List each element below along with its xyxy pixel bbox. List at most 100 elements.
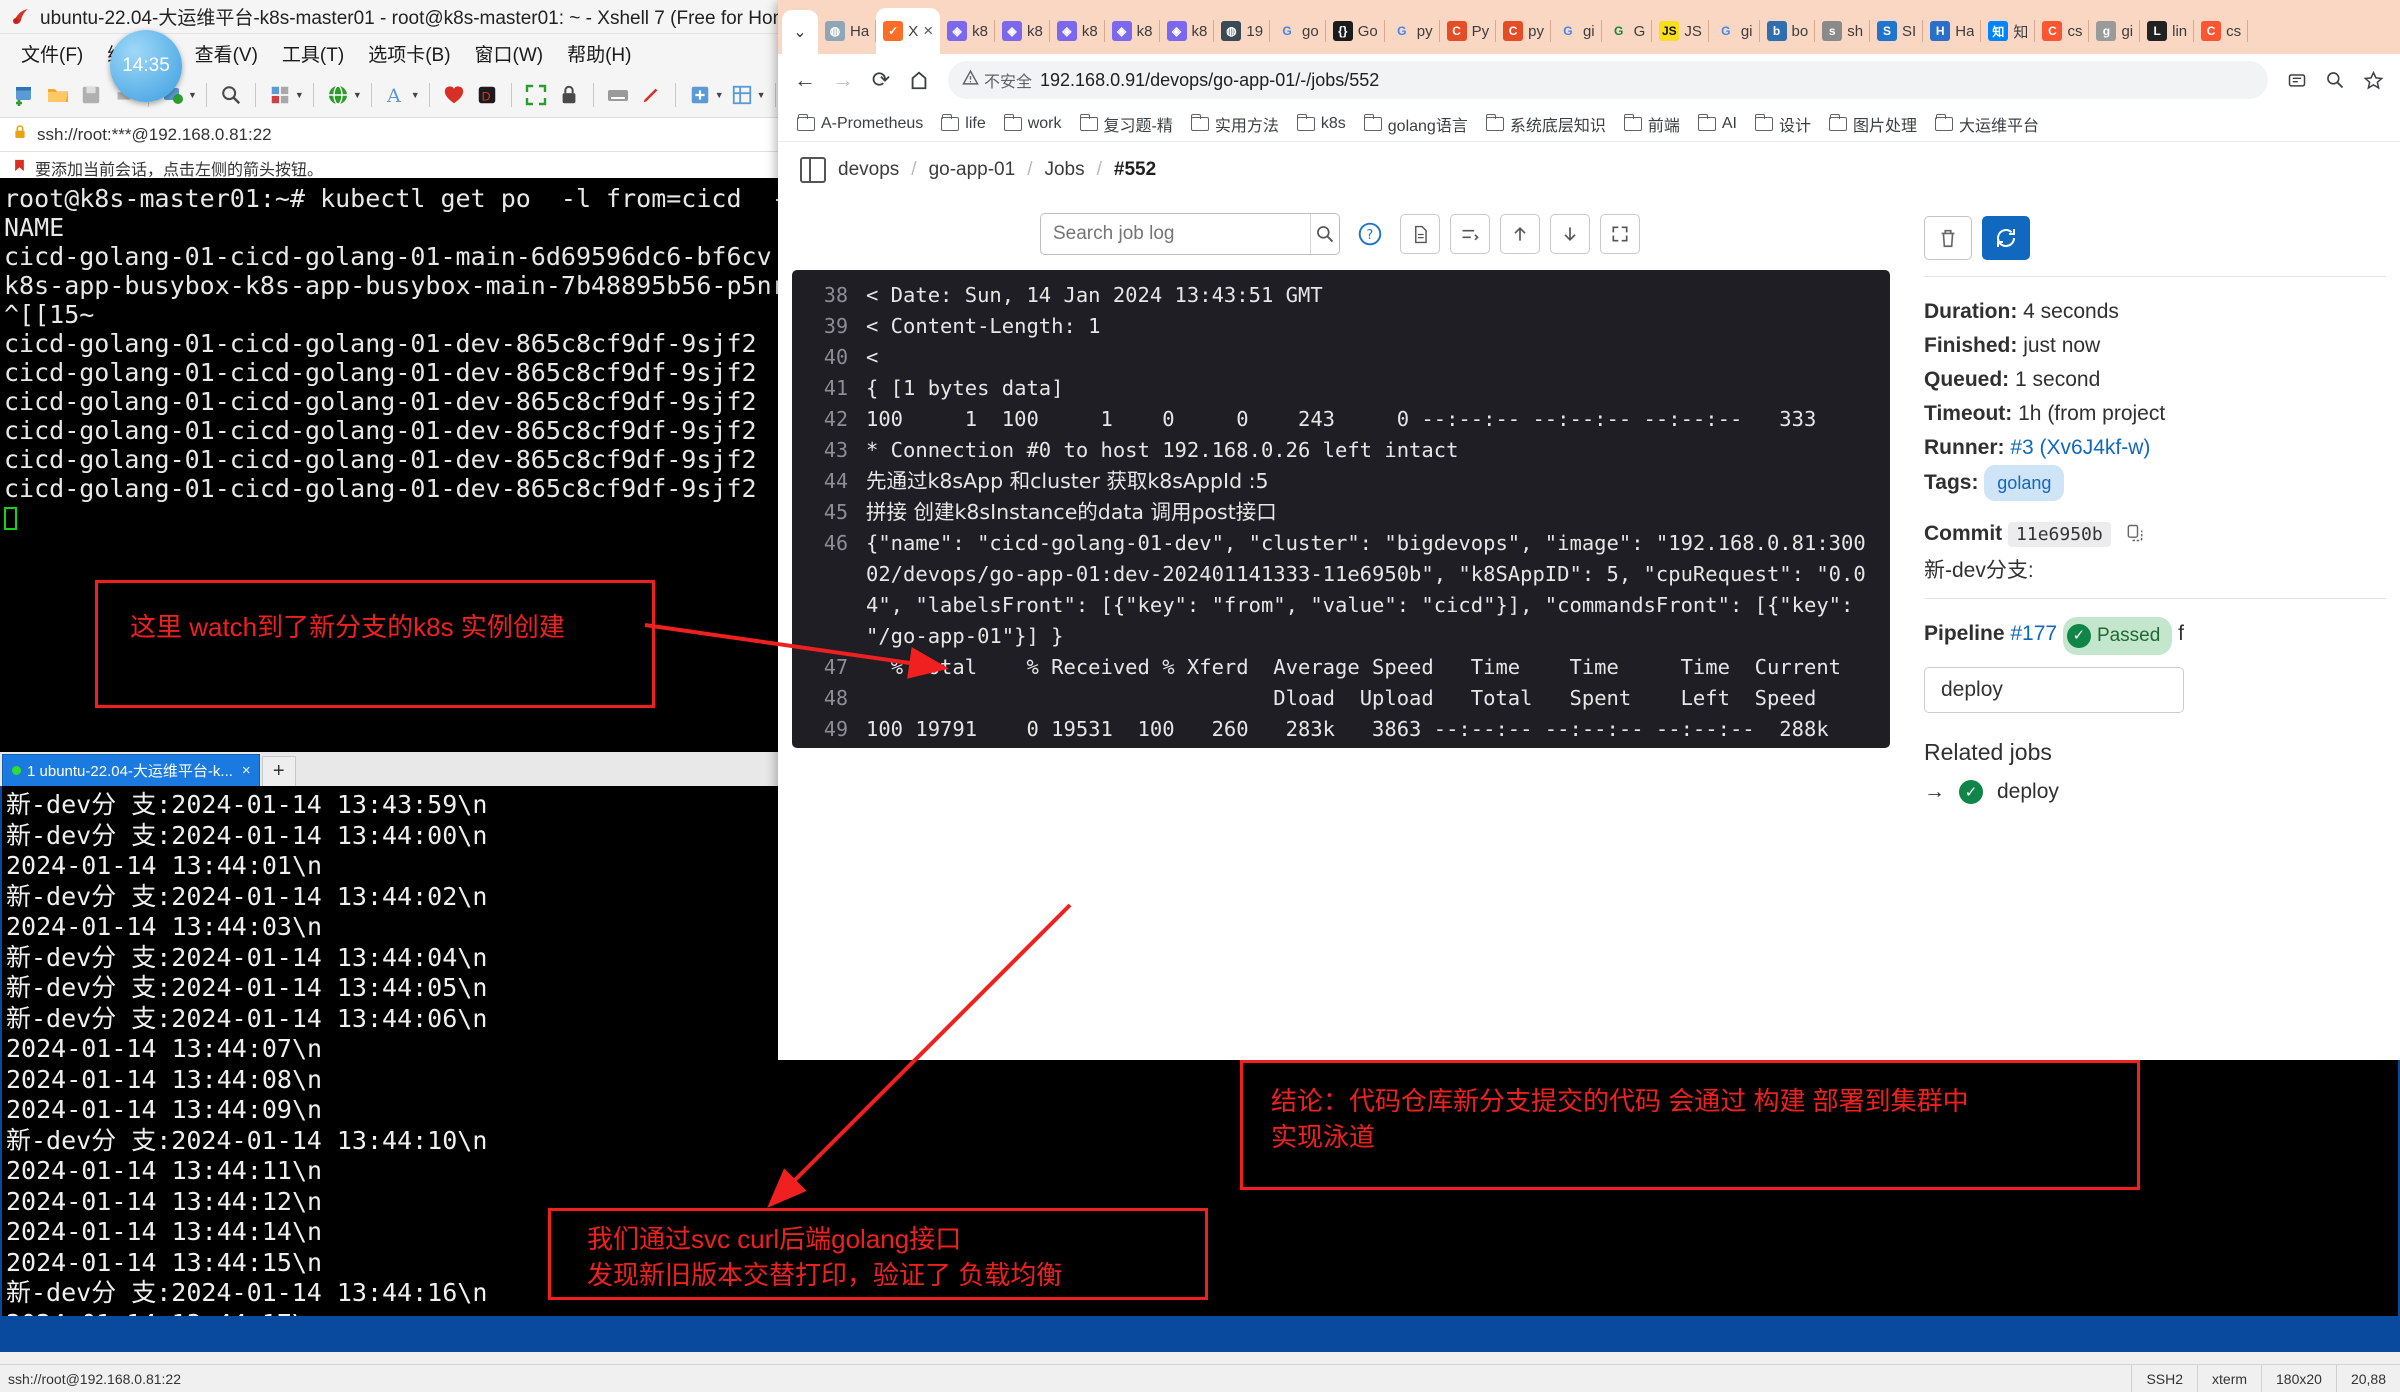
share-icon[interactable] (2280, 63, 2314, 97)
browser-tab[interactable]: ◈ k8 (1105, 8, 1160, 54)
browser-tab[interactable]: H Ha (1923, 8, 1982, 54)
add-item-caret-icon[interactable]: ▼ (715, 90, 724, 100)
search-button[interactable] (1310, 214, 1339, 254)
save-icon[interactable] (76, 80, 106, 110)
commit-sha[interactable]: 11e6950b (2008, 522, 2111, 547)
bookmark-item[interactable]: A-Prometheus (788, 111, 932, 137)
security-indicator[interactable]: 不安全 (962, 68, 1032, 92)
menu-file[interactable]: 文件(F) (10, 37, 94, 70)
new-session-icon[interactable] (10, 80, 40, 110)
help-icon[interactable]: ? (1350, 214, 1390, 254)
browser-tab[interactable]: g gi (2089, 8, 2141, 54)
fullscreen-icon[interactable] (521, 80, 551, 110)
bookmark-item[interactable]: 大运维平台 (1926, 108, 2048, 140)
bookmark-item[interactable]: 系统底层知识 (1477, 108, 1615, 140)
grid-icon[interactable] (727, 80, 757, 110)
browser-tab[interactable]: ◍ 19 (1214, 8, 1271, 54)
keyboard-icon[interactable] (603, 80, 633, 110)
browser-tab[interactable]: Llin (2140, 8, 2195, 54)
browser-tab[interactable]: Ccs (2035, 8, 2090, 54)
browser-tab[interactable]: ◈ k8 (940, 8, 995, 54)
stage-selector[interactable]: deploy (1924, 667, 2184, 713)
close-icon[interactable]: × (242, 762, 251, 779)
bookmark-item[interactable]: work (995, 111, 1071, 137)
record-icon[interactable]: D (472, 80, 502, 110)
menu-tools[interactable]: 工具(T) (271, 37, 355, 70)
retry-job-button[interactable] (1982, 216, 2030, 260)
xshell-tab-2[interactable]: 1 ubuntu-22.04-大运维平台-k... × (2, 754, 260, 786)
browser-tab[interactable]: Gpy (1385, 8, 1440, 54)
browser-tab[interactable]: ✓ X × (876, 8, 941, 54)
browser-tab[interactable]: Ggo (1270, 8, 1326, 54)
search-input[interactable] (1041, 214, 1310, 254)
detail-runner-value[interactable]: #3 (Xv6J4kf-w) (2010, 436, 2150, 459)
back-button[interactable]: ← (788, 63, 822, 97)
browser-tab[interactable]: b bo (1760, 8, 1816, 54)
highlight-icon[interactable] (636, 80, 666, 110)
tab-search-dropdown-icon[interactable]: ⌄ (782, 10, 818, 54)
job-log[interactable]: 38 < Date: Sun, 14 Jan 2024 13:43:51 GMT 3… (792, 270, 1890, 748)
font-icon[interactable]: A (381, 80, 411, 110)
bookmark-item[interactable]: golang语言 (1355, 108, 1477, 140)
browser-tab[interactable]: C Py (1440, 8, 1497, 54)
browser-tab[interactable]: ◈ k8 (1160, 8, 1215, 54)
open-folder-icon[interactable] (43, 80, 73, 110)
bookmark-star-icon[interactable] (2356, 63, 2390, 97)
bookmark-item[interactable]: 复习题-精 (1071, 108, 1182, 140)
browser-tab[interactable]: {} Go (1326, 8, 1385, 54)
scroll-toggle-icon[interactable] (1450, 214, 1490, 254)
scroll-bottom-icon[interactable] (1550, 214, 1590, 254)
reload-button[interactable]: ⟳ (864, 63, 898, 97)
browser-tab[interactable]: ◈ k8 (995, 8, 1050, 54)
lock-icon[interactable] (554, 80, 584, 110)
zoom-icon[interactable] (2318, 63, 2352, 97)
browser-tab[interactable]: 知知 (1981, 8, 2036, 54)
fullscreen-icon[interactable] (1600, 214, 1640, 254)
session-settings-caret-icon[interactable]: ▼ (188, 90, 197, 100)
erase-job-log-button[interactable] (1924, 216, 1972, 260)
menu-window[interactable]: 窗口(W) (464, 37, 555, 70)
heart-icon[interactable] (439, 80, 469, 110)
bookmark-item[interactable]: 设计 (1746, 108, 1820, 140)
bookmark-item[interactable]: k8s (1288, 111, 1355, 137)
layout-caret-icon[interactable]: ▼ (295, 90, 304, 100)
menu-help[interactable]: 帮助(H) (556, 37, 642, 70)
browser-tab[interactable]: S SI (1870, 8, 1924, 54)
related-job-item[interactable]: → ✓ deploy (1924, 780, 2386, 804)
find-icon[interactable] (216, 80, 246, 110)
sidebar-toggle-icon[interactable] (800, 157, 826, 183)
bookmark-item[interactable]: life (932, 111, 994, 137)
browser-tab[interactable]: s sh (1815, 8, 1871, 54)
breadcrumb-project[interactable]: go-app-01 (929, 159, 1016, 181)
menu-view[interactable]: 查看(V) (184, 37, 269, 70)
breadcrumb-group[interactable]: devops (838, 159, 899, 181)
browser-tab[interactable]: ◍ Ha (818, 8, 877, 54)
globe-caret-icon[interactable]: ▼ (353, 90, 362, 100)
menu-tabs[interactable]: 选项卡(B) (357, 37, 461, 70)
scroll-top-icon[interactable] (1500, 214, 1540, 254)
browser-tab[interactable]: Ggi (1551, 8, 1602, 54)
pipeline-number[interactable]: #177 (2010, 622, 2057, 645)
browser-tab[interactable]: Ggi (1709, 8, 1760, 54)
grid-caret-icon[interactable]: ▼ (757, 90, 766, 100)
bookmark-item[interactable]: AI (1689, 111, 1746, 137)
bookmark-item[interactable]: 实用方法 (1182, 108, 1288, 140)
browser-tab[interactable]: JS JS (1652, 8, 1709, 54)
copy-icon[interactable] (2125, 520, 2145, 554)
search-job-log[interactable] (1040, 213, 1340, 255)
omnibox[interactable]: 不安全 192.168.0.91/devops/go-app-01/-/jobs… (948, 61, 2268, 99)
raw-log-icon[interactable] (1400, 214, 1440, 254)
font-caret-icon[interactable]: ▼ (411, 90, 420, 100)
browser-tab[interactable]: ◈ k8 (1050, 8, 1105, 54)
breadcrumb-jobs[interactable]: Jobs (1044, 159, 1084, 181)
browser-tab[interactable]: Cpy (1496, 8, 1551, 54)
forward-button[interactable]: → (826, 63, 860, 97)
bookmark-item[interactable]: 前端 (1615, 108, 1689, 140)
globe-icon[interactable] (323, 80, 353, 110)
layout-icon[interactable] (265, 80, 295, 110)
home-button[interactable] (902, 63, 936, 97)
close-icon[interactable]: × (923, 21, 933, 41)
browser-tab[interactable]: GG (1602, 8, 1653, 54)
new-tab-button-2[interactable]: + (261, 756, 296, 786)
bookmark-item[interactable]: 图片处理 (1820, 108, 1926, 140)
